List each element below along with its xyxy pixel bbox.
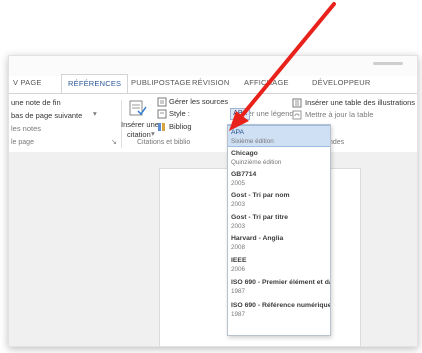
annotation-arrow <box>229 2 336 131</box>
arrow-shaft <box>238 2 336 120</box>
arrow-head <box>229 111 249 131</box>
